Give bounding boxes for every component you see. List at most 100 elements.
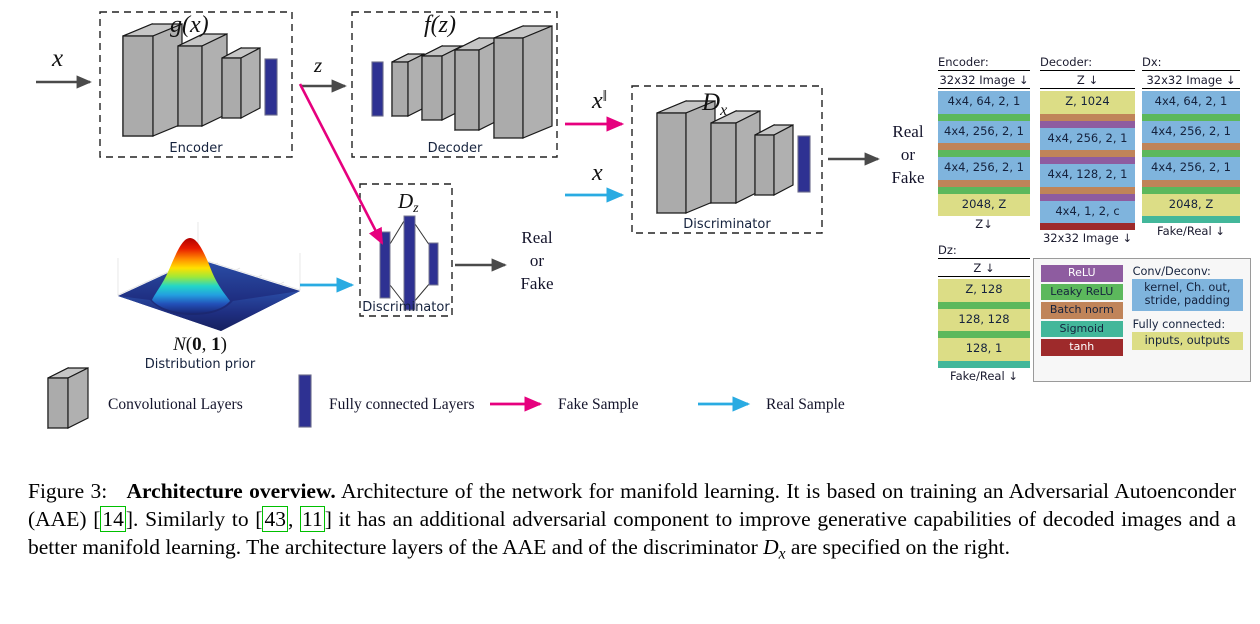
conv-box <box>221 47 261 119</box>
layer-band-leaky-relu <box>1142 150 1240 157</box>
dx-output-label: Fake/Real ↓ <box>1157 224 1225 238</box>
dx-output-or: or <box>901 145 916 164</box>
dz-group-label: Discriminator <box>362 300 450 315</box>
conv-legend-heading: Conv/Deconv: <box>1132 265 1211 278</box>
activation-legend-list: ReLU Leaky ReLU Batch norm Sigmoid tanh <box>1041 265 1123 356</box>
layer-band-fc: 128, 1 <box>938 338 1030 361</box>
fc-legend-swatch: inputs, outputs <box>1131 331 1243 350</box>
decoder-conv-stack <box>371 25 553 139</box>
decoder-group-label: Decoder <box>428 141 483 156</box>
layer-band-relu <box>1040 193 1135 201</box>
gaussian-prior-plot <box>116 222 302 331</box>
bottom-legend: Convolutional Layers Fully connected Lay… <box>0 380 930 425</box>
conv-box <box>754 124 794 196</box>
label-x-real: x <box>591 160 603 186</box>
dx-output-real: Real <box>892 122 923 141</box>
layer-band-conv: 4x4, 64, 2, 1 <box>938 91 1030 114</box>
spec-column-dx: Dx: 32x32 Image ↓ 4x4, 64, 2, 1 4x4, 256,… <box>1142 55 1240 239</box>
layer-band-fc: 128, 128 <box>938 308 1030 331</box>
layer-band-fc: Z, 128 <box>938 279 1030 302</box>
caption-line2-d: ] it has an additional <box>324 506 506 531</box>
encoder-column-title: Encoder: <box>938 55 1030 71</box>
legend-chip-batch-norm: Batch norm <box>1041 302 1123 319</box>
layer-band-conv: 4x4, 1, 2, c <box>1040 200 1135 223</box>
dx-input-label: 32x32 Image ↓ <box>1142 73 1240 89</box>
dz-output-real: Real <box>521 228 552 247</box>
legend-conv-label: Convolutional Layers <box>108 396 243 413</box>
label-z-latent: z <box>313 53 322 77</box>
caption-line2-c: , <box>287 506 301 531</box>
layer-band-leaky-relu <box>938 113 1030 121</box>
decoder-layer-stack: Z, 1024 4x4, 256, 2, 1 4x4, 128, 2, 1 4x4, … <box>1040 91 1135 230</box>
layer-band-leaky-relu <box>938 150 1030 157</box>
caption-line1: Architecture of the network for manifold… <box>340 479 876 503</box>
layer-band-batch-norm <box>1142 143 1240 150</box>
encoder-layer-stack: 4x4, 64, 2, 1 4x4, 256, 2, 1 4x4, 256, 2, … <box>938 91 1030 216</box>
fc-legend-heading: Fully connected: <box>1132 317 1226 331</box>
legend-chip-sigmoid: Sigmoid <box>1041 320 1123 338</box>
layer-band-leaky-relu <box>938 186 1030 194</box>
color-legend-box: ReLU Leaky ReLU Batch norm Sigmoid tanh Conv… <box>1033 258 1251 382</box>
layer-band-conv: 4x4, 256, 2, 1 <box>938 120 1030 143</box>
caption-line2-b: ]. Similarly to [ <box>125 506 263 531</box>
label-g-of-x: g(x) <box>170 12 209 38</box>
dx-conv-stack <box>656 100 811 214</box>
decoder-input-label: Z ↓ <box>1040 73 1135 89</box>
conv-box <box>656 100 716 214</box>
layer-band-fc: Z, 1024 <box>1040 91 1135 114</box>
legend-fc-label: Fully connected Layers <box>329 396 475 413</box>
conv-legend-swatch: kernel, Ch. out, stride, padding <box>1131 279 1243 311</box>
legend-chip-leaky-relu: Leaky ReLU <box>1041 283 1123 301</box>
figure-caption: Figure 3: Architecture overview. Archite… <box>28 478 1236 564</box>
caption-bold-title: Architecture overview. <box>126 479 336 503</box>
layer-band-batch-norm <box>1040 113 1135 121</box>
caption-prefix: Figure 3: <box>28 479 108 503</box>
layer-band-conv: 4x4, 256, 2, 1 <box>1142 120 1240 143</box>
caption-math-sub-x: x <box>778 545 786 563</box>
label-dz: Dz <box>397 189 419 216</box>
caption-math-D: D <box>763 534 779 559</box>
fc-bar <box>264 58 278 116</box>
layer-band-conv: 4x4, 256, 2, 1 <box>1142 157 1240 180</box>
layer-band-batch-norm <box>938 143 1030 150</box>
caption-line4-b: are specified on the right. <box>785 534 1011 559</box>
legend-chip-tanh: tanh <box>1041 339 1123 356</box>
dx-group-label: Discriminator <box>683 217 771 232</box>
fc-bar <box>371 61 384 117</box>
conv-box <box>391 53 425 117</box>
encoder-group-label: Encoder <box>169 141 223 156</box>
decoder-column-title: Decoder: <box>1040 55 1135 71</box>
citation-43[interactable]: 43 <box>262 505 288 532</box>
label-dx: Dx <box>701 89 727 119</box>
prior-symbol: N(0, 1) <box>172 334 227 355</box>
dz-input-label: Z ↓ <box>938 261 1030 277</box>
spec-column-encoder: Encoder: 32x32 Image ↓ 4x4, 64, 2, 1 4x4,… <box>938 55 1030 232</box>
conv-box <box>122 23 183 137</box>
citation-14[interactable]: 14 <box>100 505 126 532</box>
layer-band-batch-norm <box>1040 186 1135 194</box>
decoder-output-label: 32x32 Image ↓ <box>1042 231 1133 245</box>
label-x-input: x <box>51 45 63 72</box>
layer-band-fc: 2048, Z <box>938 193 1030 216</box>
label-x-recon: x‖ <box>591 88 607 114</box>
layer-band-sigmoid <box>938 360 1030 368</box>
legend-fake-label: Fake Sample <box>558 396 639 413</box>
dz-output-label: Fake/Real ↓ <box>950 368 1018 383</box>
layer-band-leaky-relu <box>938 331 1030 338</box>
layer-band-batch-norm <box>1040 150 1135 157</box>
caption-line4-a: learning. The architecture layers of the… <box>165 534 764 559</box>
layer-band-conv: 4x4, 256, 2, 1 <box>1040 127 1135 150</box>
figure-3: x z g(x) f(z) Encoder Decoder Dz Discrim… <box>0 0 1260 470</box>
layer-band-conv: 4x4, 64, 2, 1 <box>1142 91 1240 114</box>
conv-box <box>710 110 761 204</box>
notation-legend: Conv/Deconv: kernel, Ch. out, stride, pa… <box>1131 265 1243 356</box>
layer-band-fc: 2048, Z <box>1142 193 1240 216</box>
layer-band-leaky-relu <box>1142 186 1240 194</box>
citation-11[interactable]: 11 <box>300 505 325 532</box>
dz-fc-stack <box>379 215 439 311</box>
layer-band-tanh <box>1040 223 1135 230</box>
layer-band-leaky-relu <box>938 301 1030 309</box>
prior-caption: Distribution prior <box>145 357 256 372</box>
conv-box <box>177 33 228 127</box>
encoder-input-label: 32x32 Image ↓ <box>938 73 1030 89</box>
